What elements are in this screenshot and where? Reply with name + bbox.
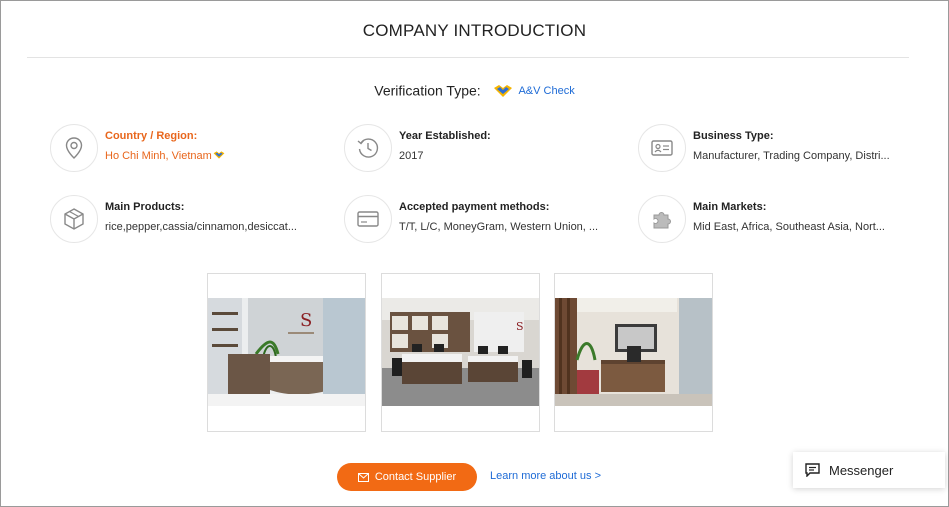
business-type-value: Manufacturer, Trading Company, Distri...: [693, 150, 890, 162]
main-markets-value: Mid East, Africa, Southeast Asia, Nort..…: [693, 221, 885, 233]
payment-value: T/T, L/C, MoneyGram, Western Union, ...: [399, 221, 599, 233]
divider: [27, 57, 909, 58]
company-introduction-panel: COMPANY INTRODUCTION Verification Type: …: [0, 0, 949, 507]
established-value: 2017: [399, 150, 424, 162]
executive-office-photo[interactable]: [554, 273, 713, 432]
country-label: Country / Region:: [105, 130, 198, 142]
id-card-icon: [638, 124, 686, 172]
country-value: Ho Chi Minh, Vietnam: [105, 150, 212, 162]
messenger-button[interactable]: Messenger: [793, 452, 945, 488]
chat-bubble-icon: [805, 463, 820, 477]
verified-handshake-icon: [213, 151, 225, 159]
puzzle-icon: [638, 195, 686, 243]
established-label: Year Established:: [399, 130, 491, 142]
verification-label: Verification Type:: [374, 82, 481, 99]
country-value-row: Ho Chi Minh, Vietnam: [105, 150, 225, 162]
history-clock-icon: [344, 124, 392, 172]
section-title: COMPANY INTRODUCTION: [362, 21, 587, 40]
learn-more-link[interactable]: Learn more about us >: [490, 470, 601, 482]
av-check-label[interactable]: A&V Check: [518, 85, 574, 97]
location-pin-icon: [50, 124, 98, 172]
business-type-label: Business Type:: [693, 130, 774, 142]
contact-supplier-button[interactable]: Contact Supplier: [337, 463, 477, 491]
svg-text:S: S: [516, 320, 524, 333]
main-products-label: Main Products:: [105, 201, 185, 213]
envelope-icon: [357, 472, 369, 482]
main-markets-label: Main Markets:: [693, 201, 767, 213]
open-office-desks-photo[interactable]: S: [381, 273, 540, 432]
payment-label: Accepted payment methods:: [399, 201, 550, 213]
main-products-value: rice,pepper,cassia/cinnamon,desiccat...: [105, 221, 297, 233]
handshake-badge-icon: [493, 84, 512, 97]
contact-supplier-label: Contact Supplier: [374, 471, 457, 483]
svg-text:S: S: [300, 310, 312, 331]
box-icon: [50, 195, 98, 243]
messenger-label: Messenger: [829, 462, 894, 478]
office-reception-photo[interactable]: S: [207, 273, 366, 432]
av-check-link[interactable]: A&V Check: [493, 82, 575, 99]
verification-row: Verification Type: A&V Check: [1, 81, 948, 99]
credit-card-icon: [344, 195, 392, 243]
